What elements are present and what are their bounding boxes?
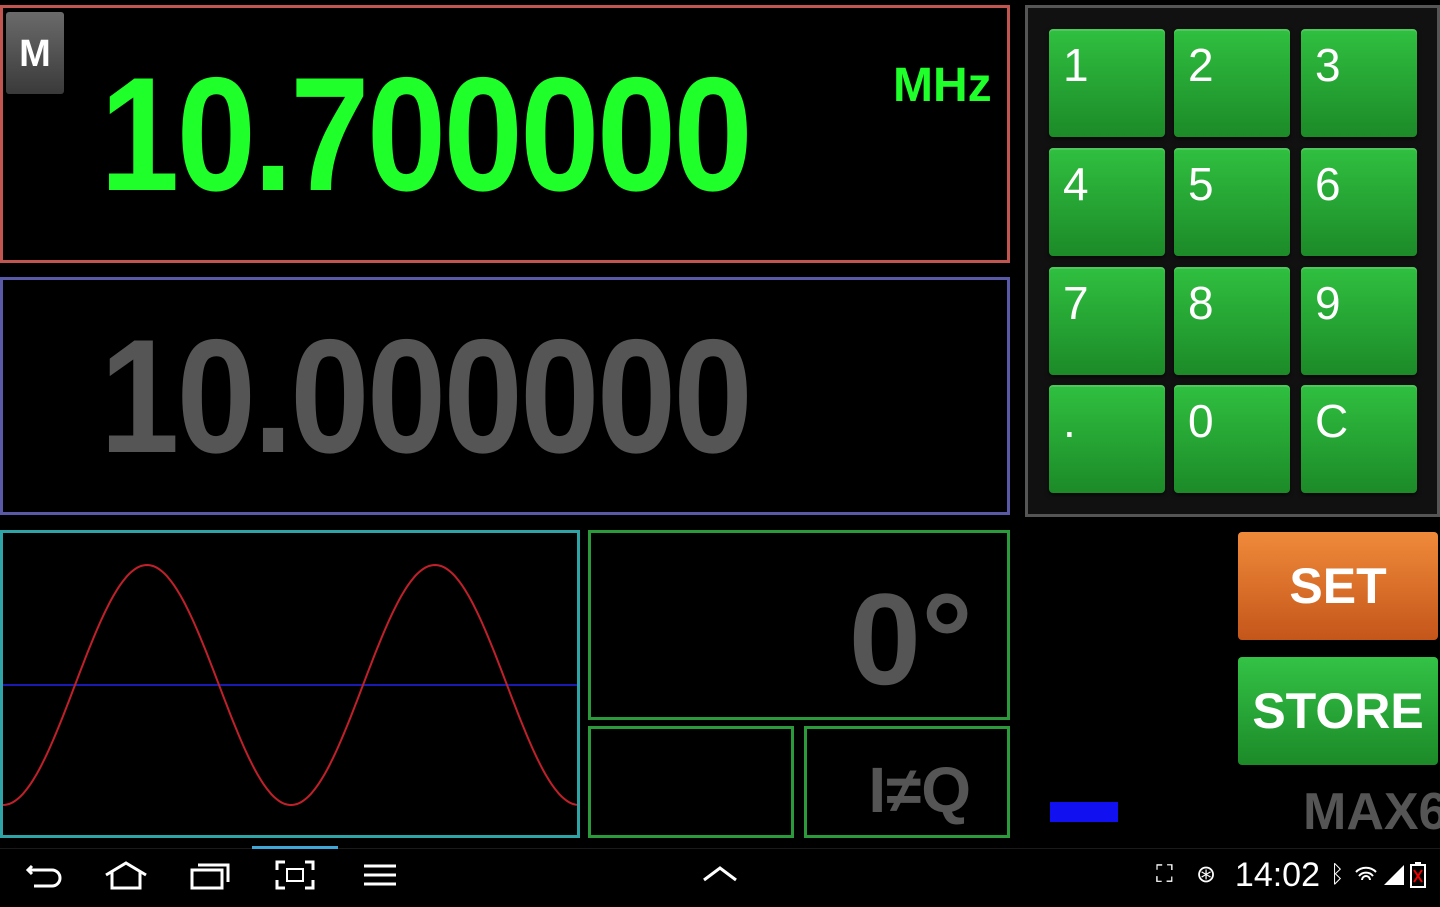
key-7[interactable]: 7 xyxy=(1049,267,1165,375)
model-label: MAX6 xyxy=(1303,783,1440,841)
phase-value: 0° xyxy=(848,566,973,712)
sync-icon: ⊛ xyxy=(1196,861,1217,888)
status-indicator xyxy=(1050,802,1118,822)
frequency-value: 10.700000 xyxy=(100,44,753,225)
key-decimal[interactable]: . xyxy=(1049,385,1165,493)
memory-button[interactable]: M xyxy=(6,12,64,94)
back-icon[interactable] xyxy=(14,849,74,901)
battery-icon xyxy=(1410,849,1426,907)
chevron-up-icon[interactable] xyxy=(690,849,750,901)
key-1[interactable]: 1 xyxy=(1049,29,1165,137)
signal-icon xyxy=(1382,849,1406,906)
iq-label: I≠Q xyxy=(868,754,971,826)
status-time: 14:02 xyxy=(1234,856,1320,894)
screenshot-icon[interactable] xyxy=(265,849,325,901)
key-0[interactable]: 0 xyxy=(1174,385,1290,493)
wifi-icon xyxy=(1354,849,1378,906)
key-2[interactable]: 2 xyxy=(1174,29,1290,137)
home-icon[interactable] xyxy=(96,849,156,901)
store-button[interactable]: STORE xyxy=(1238,657,1438,765)
active-nav-indicator xyxy=(252,846,338,849)
keypad: 1 2 3 4 5 6 7 8 9 . 0 C xyxy=(1025,5,1440,517)
key-clear[interactable]: C xyxy=(1301,385,1417,493)
set-button[interactable]: SET xyxy=(1238,532,1438,640)
system-navbar: ⛶ ⊛ 14:02 ᛒ xyxy=(0,848,1440,900)
key-4[interactable]: 4 xyxy=(1049,148,1165,256)
phase-display: 0° xyxy=(588,530,1010,720)
frequency-unit: MHz xyxy=(893,59,992,112)
blank-panel xyxy=(588,726,794,838)
recent-apps-icon[interactable] xyxy=(180,849,240,901)
key-8[interactable]: 8 xyxy=(1174,267,1290,375)
usb-icon: ⛶ xyxy=(1156,861,1173,888)
key-9[interactable]: 9 xyxy=(1301,267,1417,375)
bluetooth-icon: ᛒ xyxy=(1330,861,1345,888)
reference-value: 10.000000 xyxy=(100,306,753,487)
waveform-scope xyxy=(0,530,580,838)
key-6[interactable]: 6 xyxy=(1301,148,1417,256)
key-3[interactable]: 3 xyxy=(1301,29,1417,137)
key-5[interactable]: 5 xyxy=(1174,148,1290,256)
waveform-graph xyxy=(3,563,577,807)
menu-icon[interactable] xyxy=(350,849,410,901)
iq-panel[interactable]: I≠Q xyxy=(804,726,1010,838)
